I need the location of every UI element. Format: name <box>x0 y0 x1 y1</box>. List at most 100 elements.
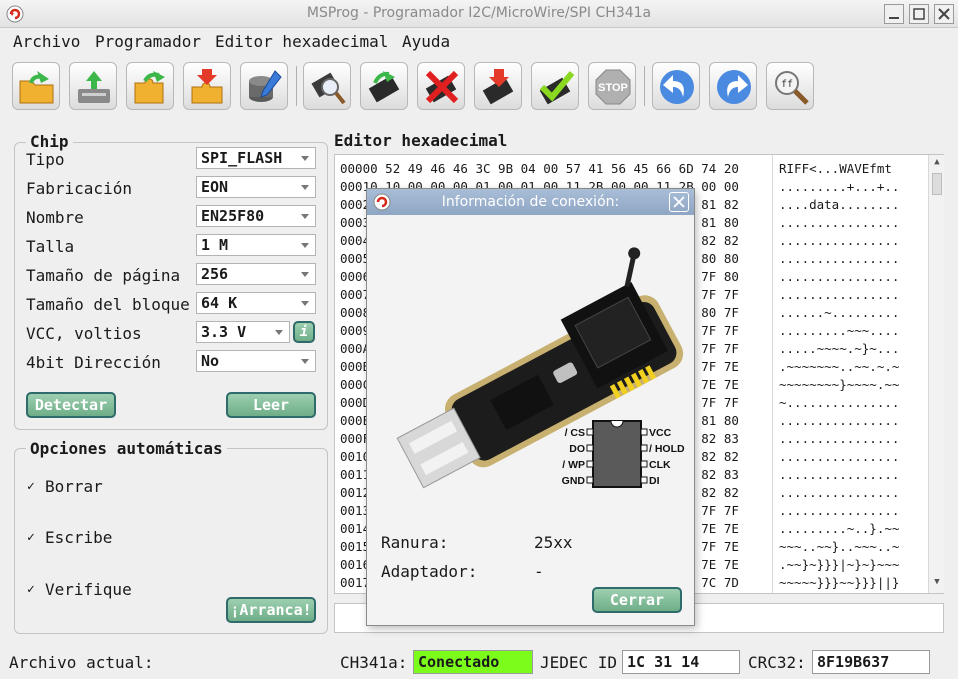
fabricacion-select[interactable]: EON <box>196 176 316 198</box>
address-4bit-select[interactable]: No <box>196 350 316 372</box>
scroll-thumb[interactable] <box>932 173 942 195</box>
hex-ascii[interactable]: ......~......... <box>779 305 899 320</box>
fabricacion-label: Fabricación <box>26 179 132 198</box>
auto-options-title: Opciones automáticas <box>26 439 227 458</box>
block-size-select[interactable]: 64 K <box>196 292 316 314</box>
hex-ascii[interactable]: ................ <box>779 287 899 302</box>
chip-verify-icon <box>539 71 575 105</box>
maximize-button[interactable] <box>909 4 929 24</box>
hex-ascii[interactable]: ................ <box>779 467 899 482</box>
crc32-label: CRC32: <box>748 653 806 672</box>
hex-ascii[interactable]: RIFF<...WAVEfmt <box>779 161 899 176</box>
hex-scrollbar[interactable]: ▲ ▼ <box>928 155 944 593</box>
dialog-close-button[interactable] <box>669 192 689 212</box>
hex-ascii[interactable]: ................ <box>779 503 899 518</box>
hex-ascii[interactable]: .....~~~~.~}~... <box>779 341 899 356</box>
close-icon <box>938 8 950 20</box>
minimize-button[interactable] <box>884 4 904 24</box>
hex-ascii[interactable]: .~~~~~~~..~~.~.~ <box>779 359 899 374</box>
menu-ayuda[interactable]: Ayuda <box>402 32 450 51</box>
hex-ascii[interactable]: .~~}~}}}|~}~}~~~ <box>779 557 899 572</box>
talla-select[interactable]: 1 M <box>196 234 316 256</box>
pin-do-label: DO <box>569 443 585 455</box>
hex-ascii[interactable]: ................ <box>779 269 899 284</box>
chip-read-button[interactable] <box>360 62 408 110</box>
ch341-status: Conectado <box>413 650 533 674</box>
hex-ascii[interactable]: ~~~~~}}}~~}}}||} <box>779 575 899 590</box>
connection-info-dialog: Información de conexión: / CS DO / WP GN… <box>366 188 695 626</box>
chip-write-button[interactable] <box>474 62 522 110</box>
hex-bytes[interactable]: 52 49 46 46 3C 9B 04 00 57 41 56 45 66 6… <box>385 161 739 176</box>
chip-write-icon <box>482 69 514 105</box>
undo-icon <box>660 70 694 104</box>
hex-address: 00000 <box>340 161 378 176</box>
hex-ascii[interactable]: ................ <box>779 233 899 248</box>
jedec-value: 1C 31 14 <box>622 650 740 674</box>
borrar-checkbox[interactable]: ✓ <box>27 480 40 494</box>
dialog-title-bar: Información de conexión: <box>367 189 694 215</box>
tipo-select[interactable]: SPI_FLASH <box>196 147 316 169</box>
vcc-label: VCC, voltios <box>26 324 142 343</box>
puzzle-load-icon <box>134 71 165 104</box>
verifique-checkbox[interactable]: ✓ <box>27 583 40 597</box>
tipo-label: Tipo <box>26 150 65 169</box>
hex-ascii[interactable]: ................ <box>779 431 899 446</box>
menu-editor-hexadecimal[interactable]: Editor hexadecimal <box>215 32 388 51</box>
hex-ascii[interactable]: ................ <box>779 485 899 500</box>
close-icon <box>673 196 685 208</box>
chip-search-button[interactable] <box>303 62 351 110</box>
undo-button[interactable] <box>652 62 700 110</box>
vcc-info-button[interactable]: i <box>293 321 315 343</box>
chip-verify-button[interactable] <box>531 62 579 110</box>
puzzle-load-button[interactable] <box>126 62 174 110</box>
menu-archivo[interactable]: Archivo <box>13 32 80 51</box>
nombre-label: Nombre <box>26 208 84 227</box>
read-button[interactable]: Leer <box>226 392 316 418</box>
start-button[interactable]: ¡Arranca! <box>226 597 316 623</box>
borrar-label: Borrar <box>45 477 103 496</box>
open-file-button[interactable] <box>12 62 60 110</box>
title-bar: MSProg - Programador I2C/MicroWire/SPI C… <box>0 0 958 28</box>
scroll-up-icon[interactable]: ▲ <box>931 157 943 171</box>
stop-button[interactable]: STOP <box>588 62 636 110</box>
page-size-select[interactable]: 256 <box>196 263 316 285</box>
hex-ascii[interactable]: .........~..}.~~ <box>779 521 899 536</box>
nombre-select[interactable]: EN25F80 <box>196 205 316 227</box>
maximize-icon <box>913 8 925 20</box>
hex-ascii[interactable]: ~~~~~~~~}~~~~.~~ <box>779 377 899 392</box>
hex-row[interactable]: 00000 52 49 46 46 3C 9B 04 00 57 41 56 4… <box>340 161 739 176</box>
detect-button[interactable]: Detectar <box>26 392 116 418</box>
hex-ascii[interactable]: .........~~~.... <box>779 323 899 338</box>
hex-ascii[interactable]: ................ <box>779 215 899 230</box>
svg-text:ff: ff <box>781 79 793 90</box>
menu-bar: Archivo Programador Editor hexadecimal A… <box>0 28 958 54</box>
hex-ascii[interactable]: ~~~..~~}..~~~..~ <box>779 539 899 554</box>
hex-ascii[interactable]: ~............... <box>779 395 899 410</box>
close-window-button[interactable] <box>934 4 954 24</box>
dialog-close-action-button[interactable]: Cerrar <box>592 587 682 613</box>
chip-erase-button[interactable] <box>417 62 465 110</box>
puzzle-save-icon <box>191 69 223 104</box>
chip-group-title: Chip <box>26 132 73 151</box>
escribe-checkbox[interactable]: ✓ <box>27 531 40 545</box>
scroll-down-icon[interactable]: ▼ <box>931 577 943 591</box>
save-file-button[interactable] <box>69 62 117 110</box>
hex-ascii[interactable]: .........+...+.. <box>779 179 899 194</box>
pin-vcc-label: VCC <box>649 427 672 439</box>
address-4bit-label: 4bit Dirección <box>26 353 161 372</box>
hex-ascii[interactable]: ................ <box>779 251 899 266</box>
vcc-select[interactable]: 3.3 V <box>196 321 290 343</box>
menu-programador[interactable]: Programador <box>95 32 201 51</box>
hex-search-button[interactable]: ff <box>766 62 814 110</box>
hex-search-icon: ff <box>775 71 809 105</box>
hex-ascii[interactable]: ................ <box>779 413 899 428</box>
redo-button[interactable] <box>709 62 757 110</box>
edit-button[interactable] <box>240 62 288 110</box>
puzzle-save-button[interactable] <box>183 62 231 110</box>
hex-ascii[interactable]: ................ <box>779 449 899 464</box>
adapter-label: Adaptador: <box>381 562 478 581</box>
toolbar: STOP ff <box>0 56 958 116</box>
dialog-title: Información de conexión: <box>441 194 620 210</box>
programmer-device-image: / CS DO / WP GND VCC / HOLD CLK DI <box>396 247 685 489</box>
hex-ascii[interactable]: ....data........ <box>779 197 899 212</box>
